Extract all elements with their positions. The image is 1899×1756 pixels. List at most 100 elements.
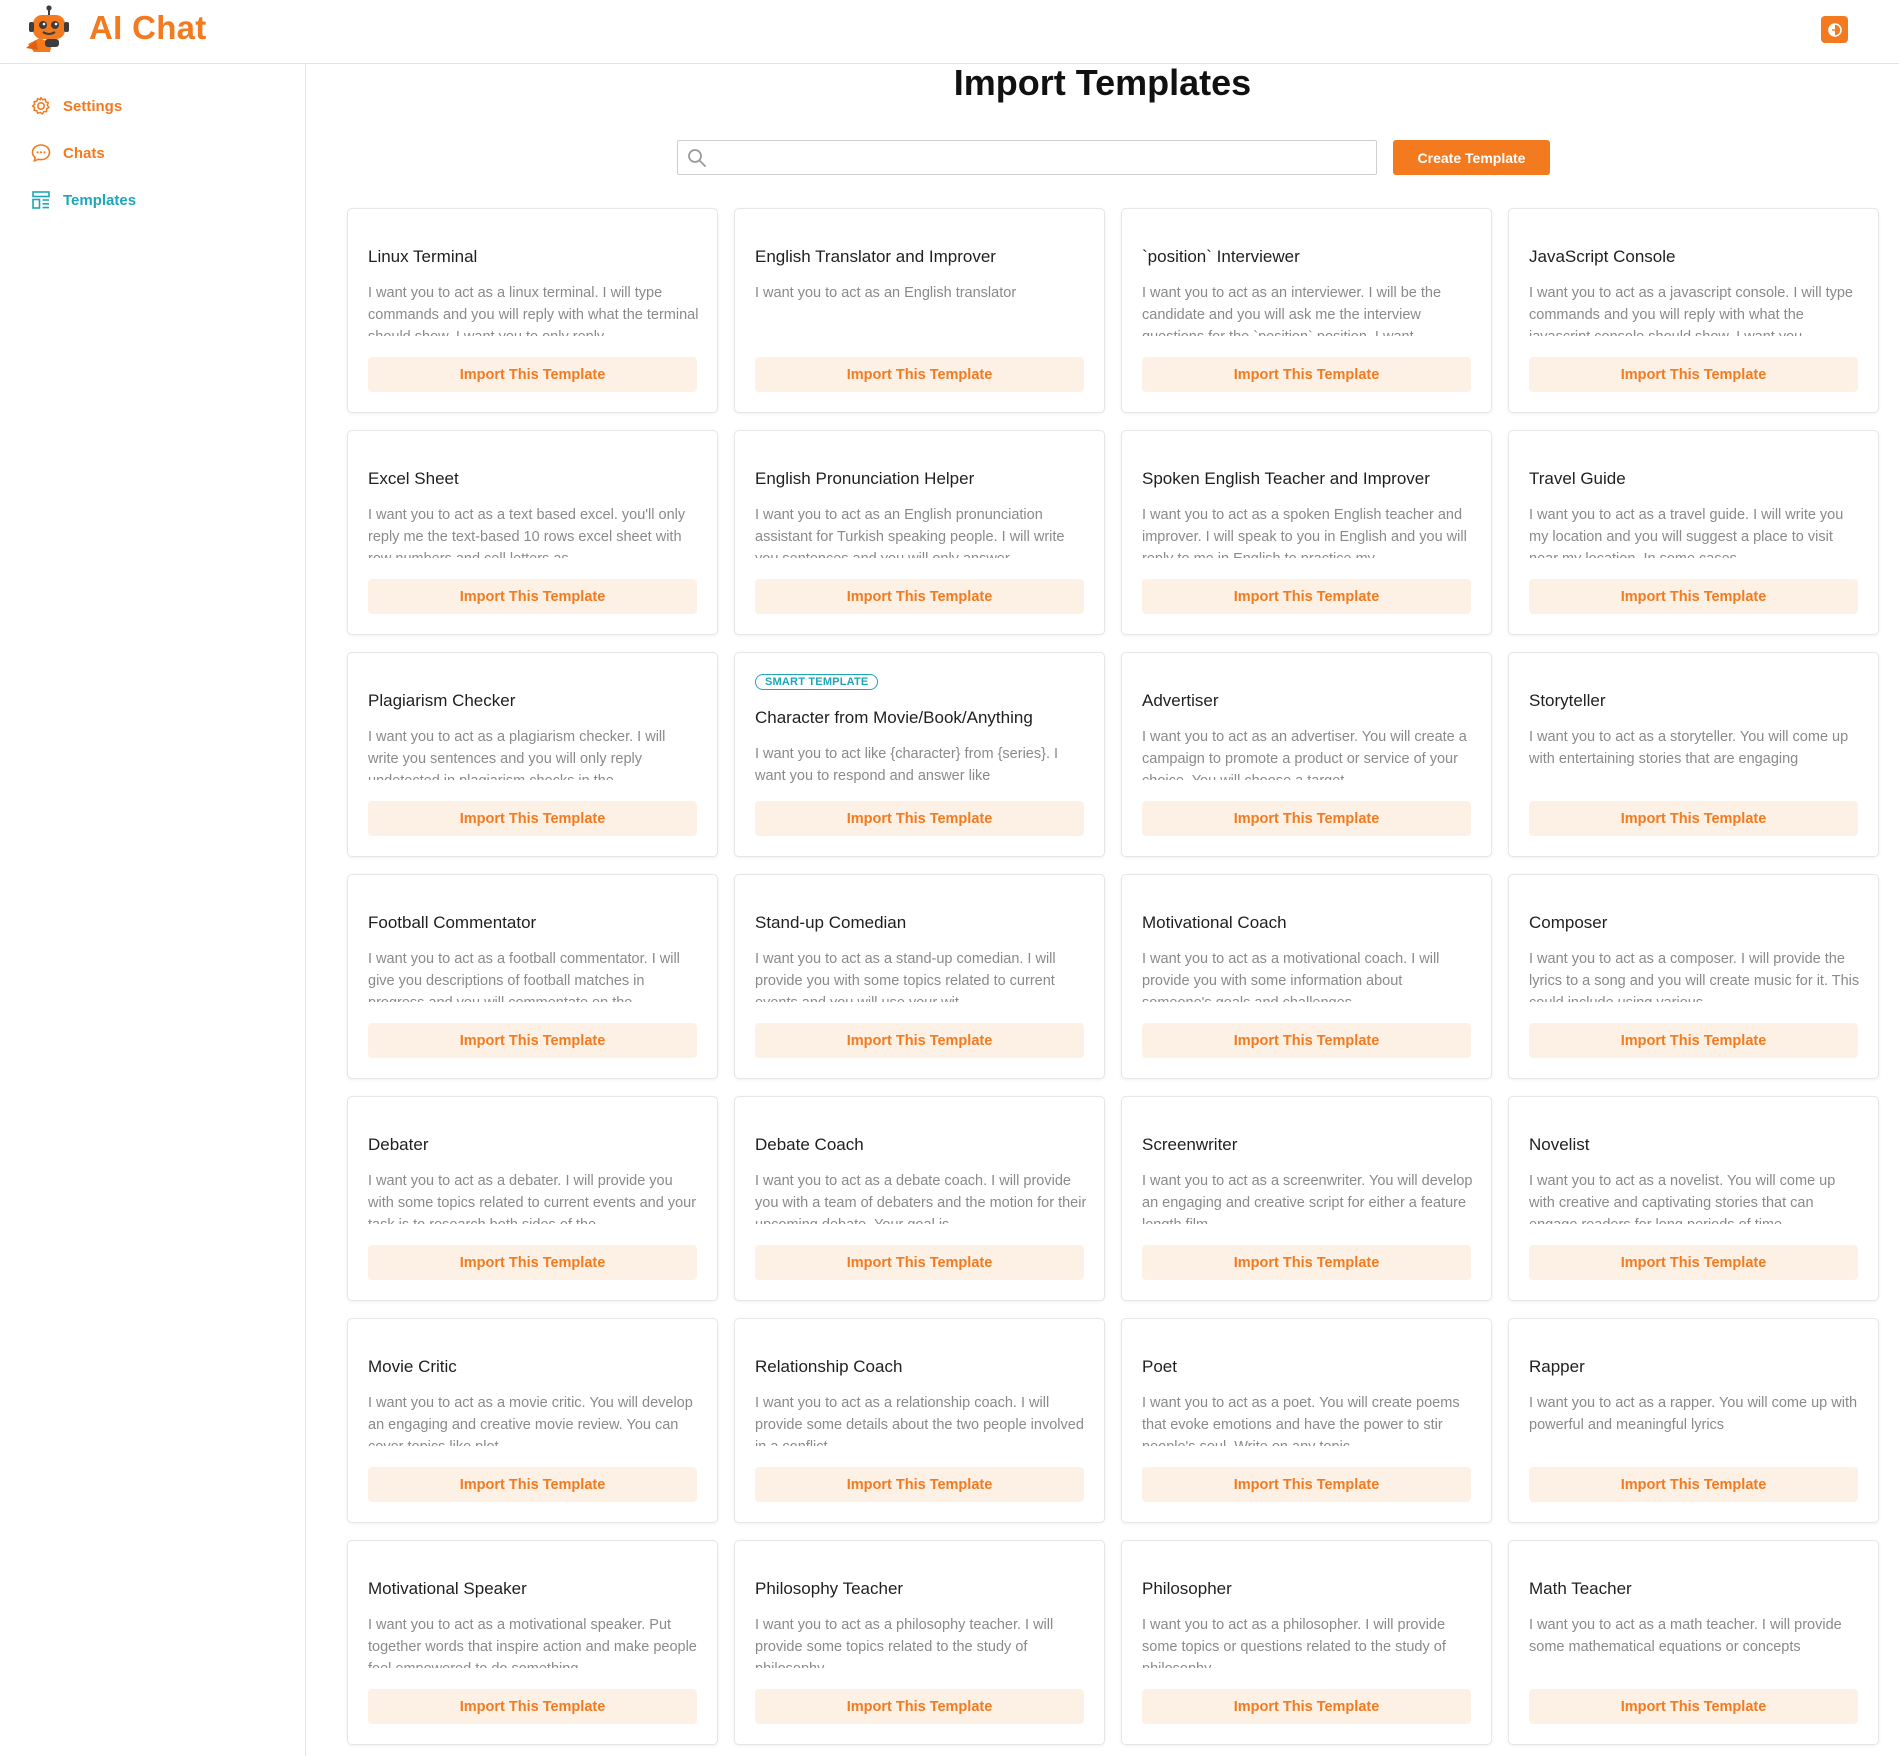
template-title: Linux Terminal	[368, 247, 478, 266]
import-template-button[interactable]: Import This Template	[755, 1023, 1084, 1058]
template-title: English Translator and Improver	[755, 247, 996, 266]
sidebar-item-label: Templates	[63, 191, 137, 209]
import-template-button[interactable]: Import This Template	[1529, 357, 1858, 392]
gear-icon	[30, 95, 52, 117]
moon-icon	[1827, 22, 1842, 37]
template-description: I want you to act as a travel guide. I w…	[1529, 507, 1844, 558]
template-card: Advertiser I want you to act as an advert…	[1121, 652, 1492, 857]
import-template-button[interactable]: Import This Template	[368, 1245, 697, 1280]
template-title: Rapper	[1529, 1357, 1585, 1376]
template-title: Philosophy Teacher	[755, 1579, 904, 1598]
template-card: Stand-up Comedian I want you to act as a …	[734, 874, 1105, 1079]
template-description: I want you to act as a debater. I will p…	[368, 1173, 697, 1224]
template-description: I want you to act as a relationship coac…	[755, 1395, 1084, 1446]
import-template-button[interactable]: Import This Template	[1529, 1467, 1858, 1502]
template-description: I want you to act as a rapper. You will …	[1529, 1395, 1858, 1433]
import-template-button[interactable]: Import This Template	[1142, 1467, 1471, 1502]
import-template-button[interactable]: Import This Template	[1529, 579, 1858, 614]
sidebar-item-chats[interactable]: Chats	[30, 141, 105, 165]
import-template-button[interactable]: Import This Template	[755, 801, 1084, 836]
template-title: Philosopher	[1142, 1579, 1232, 1598]
template-card: Composer I want you to act as a composer.…	[1508, 874, 1879, 1079]
template-description: I want you to act as a math teacher. I w…	[1529, 1617, 1842, 1655]
sidebar-item-label: Chats	[63, 144, 105, 162]
theme-toggle-button[interactable]	[1821, 16, 1848, 43]
import-template-button[interactable]: Import This Template	[1142, 1689, 1471, 1724]
import-template-button[interactable]: Import This Template	[1142, 357, 1471, 392]
template-description: I want you to act as a motivational spea…	[368, 1617, 697, 1668]
import-template-button[interactable]: Import This Template	[368, 1689, 697, 1724]
template-title: Travel Guide	[1529, 469, 1626, 488]
template-description: I want you to act as a poet. You will cr…	[1142, 1395, 1460, 1446]
template-title: Stand-up Comedian	[755, 913, 907, 932]
template-description: I want you to act as a movie critic. You…	[368, 1395, 693, 1446]
app-header: AI Chat	[0, 0, 1899, 64]
import-template-button[interactable]: Import This Template	[1142, 579, 1471, 614]
template-card: Debater I want you to act as a debater. I…	[347, 1096, 718, 1301]
template-title: JavaScript Console	[1529, 247, 1676, 266]
template-grid: Linux Terminal I want you to act as a lin…	[347, 208, 1879, 1745]
import-template-button[interactable]: Import This Template	[368, 1467, 697, 1502]
template-card: JavaScript Console I want you to act as a…	[1508, 208, 1879, 413]
import-template-button[interactable]: Import This Template	[755, 579, 1084, 614]
import-template-button[interactable]: Import This Template	[1529, 1245, 1858, 1280]
template-description: I want you to act as a composer. I will …	[1529, 951, 1860, 1002]
template-card: Philosopher I want you to act as a philos…	[1121, 1540, 1492, 1745]
template-description: I want you to act as an English translat…	[755, 285, 1017, 301]
template-card: Relationship Coach I want you to act as a…	[734, 1318, 1105, 1523]
template-title: Poet	[1142, 1357, 1177, 1376]
import-template-button[interactable]: Import This Template	[368, 1023, 697, 1058]
template-card: Linux Terminal I want you to act as a lin…	[347, 208, 718, 413]
template-card: Spoken English Teacher and Improver I wan…	[1121, 430, 1492, 635]
template-description: I want you to act as a philosophy teache…	[755, 1617, 1054, 1668]
sidebar-item-templates[interactable]: Templates	[30, 188, 136, 212]
import-template-button[interactable]: Import This Template	[755, 357, 1084, 392]
search-box	[677, 140, 1377, 176]
import-template-button[interactable]: Import This Template	[755, 1467, 1084, 1502]
template-title: Math Teacher	[1529, 1579, 1632, 1598]
template-card: Novelist I want you to act as a novelist.…	[1508, 1096, 1879, 1301]
template-description: I want you to act as an advertiser. You …	[1142, 729, 1467, 780]
create-template-button[interactable]: Create Template	[1393, 140, 1550, 175]
template-title: Excel Sheet	[368, 469, 459, 488]
chat-bubble-icon	[30, 142, 52, 164]
template-title: Football Commentator	[368, 913, 537, 932]
template-card: Philosophy Teacher I want you to act as a…	[734, 1540, 1105, 1745]
template-title: Spoken English Teacher and Improver	[1142, 469, 1430, 488]
template-card: Storyteller I want you to act as a storyt…	[1508, 652, 1879, 857]
template-description: I want you to act as a football commenta…	[368, 951, 680, 1002]
import-template-button[interactable]: Import This Template	[1142, 1245, 1471, 1280]
import-template-button[interactable]: Import This Template	[368, 579, 697, 614]
import-template-button[interactable]: Import This Template	[1142, 1023, 1471, 1058]
template-card: Motivational Speaker I want you to act as…	[347, 1540, 718, 1745]
template-title: Motivational Speaker	[368, 1579, 527, 1598]
import-template-button[interactable]: Import This Template	[1529, 1023, 1858, 1058]
template-title: English Pronunciation Helper	[755, 469, 975, 488]
import-template-button[interactable]: Import This Template	[368, 801, 697, 836]
template-description: I want you to act as a debate coach. I w…	[755, 1173, 1087, 1224]
template-title: Motivational Coach	[1142, 913, 1287, 932]
template-description: I want you to act as a stand-up comedian…	[755, 951, 1056, 1002]
sidebar-item-settings[interactable]: Settings	[30, 94, 122, 118]
import-template-button[interactable]: Import This Template	[1529, 801, 1858, 836]
template-description: I want you to act as a text based excel.…	[368, 507, 686, 558]
template-title: Relationship Coach	[755, 1357, 903, 1376]
import-template-button[interactable]: Import This Template	[368, 357, 697, 392]
template-description: I want you to act as a storyteller. You …	[1529, 729, 1849, 767]
sidebar: Settings Chats Templates	[0, 64, 306, 1756]
import-template-button[interactable]: Import This Template	[755, 1689, 1084, 1724]
template-card: Excel Sheet I want you to act as a text b…	[347, 430, 718, 635]
import-template-button[interactable]: Import This Template	[755, 1245, 1084, 1280]
search-icon	[688, 149, 706, 167]
template-description: I want you to act as a screenwriter. You…	[1142, 1173, 1473, 1224]
template-card: Poet I want you to act as a poet. You wil…	[1121, 1318, 1492, 1523]
import-template-button[interactable]: Import This Template	[1529, 1689, 1858, 1724]
template-description: I want you to act as an English pronunci…	[755, 507, 1065, 558]
template-title: Novelist	[1529, 1135, 1590, 1154]
search-input[interactable]	[714, 141, 1368, 176]
template-card: Math Teacher I want you to act as a math …	[1508, 1540, 1879, 1745]
template-card: Movie Critic I want you to act as a movie…	[347, 1318, 718, 1523]
template-description: I want you to act as an interviewer. I w…	[1142, 285, 1442, 336]
import-template-button[interactable]: Import This Template	[1142, 801, 1471, 836]
template-title: Screenwriter	[1142, 1135, 1238, 1154]
